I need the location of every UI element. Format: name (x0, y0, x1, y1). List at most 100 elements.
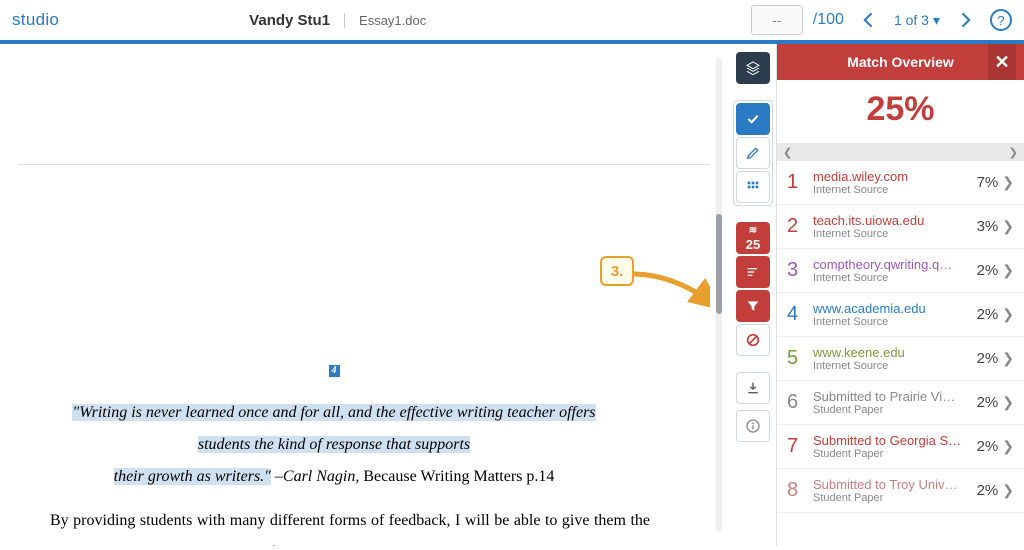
chevron-right-icon: ❯ (1002, 350, 1014, 367)
layers-small-icon: ≋ (749, 226, 757, 236)
help-button[interactable]: ? (990, 9, 1012, 31)
match-marker-4[interactable]: 4 (329, 365, 340, 377)
download-button[interactable] (736, 372, 770, 404)
source-type: Internet Source (813, 184, 969, 196)
chevron-right-icon (955, 10, 975, 30)
scrollbar-thumb[interactable] (716, 214, 722, 314)
chevron-right-icon: ❯ (1002, 438, 1014, 455)
match-overview-header: Match Overview ✕ (777, 44, 1024, 80)
rubric-button[interactable] (736, 171, 770, 203)
filter-button[interactable] (736, 290, 770, 322)
source-percent: 2% (969, 394, 1003, 411)
source-row[interactable]: 6 Submitted to Prairie Vi…Student Paper2%… (777, 381, 1024, 425)
pencil-icon (745, 145, 761, 161)
source-title: comptheory.qwriting.q… (813, 257, 969, 272)
source-row[interactable]: 3 comptheory.qwriting.q…Internet Source2%… (777, 249, 1024, 293)
top-bar: studio Vandy Stu1 Essay1.doc /100 1 of 3… (0, 0, 1024, 44)
similarity-score-button[interactable]: ≋ 25 (736, 222, 770, 254)
exclude-button[interactable] (736, 324, 770, 356)
source-scroll[interactable]: ❮ ❯ (777, 143, 1024, 161)
source-type: Internet Source (813, 316, 969, 328)
funnel-icon (745, 298, 761, 314)
topbar-right: /100 1 of 3 ▾ ? (751, 5, 1012, 35)
source-row[interactable]: 2 teach.its.uiowa.eduInternet Source3%❯ (777, 205, 1024, 249)
source-title: media.wiley.com (813, 169, 969, 184)
all-sources-button[interactable] (736, 256, 770, 288)
brand-logo: studio (12, 10, 59, 30)
source-row[interactable]: 7 Submitted to Georgia S…Student Paper2%❯ (777, 425, 1024, 469)
source-number: 2 (787, 215, 807, 238)
source-title: Submitted to Troy Univ… (813, 477, 969, 492)
chevron-right-icon: ❯ (1002, 218, 1014, 235)
download-icon (745, 380, 761, 396)
source-type: Internet Source (813, 272, 969, 284)
source-list: 1media.wiley.comInternet Source7%❯2teach… (777, 161, 1024, 513)
close-panel-button[interactable]: ✕ (988, 44, 1016, 80)
source-row[interactable]: 1 media.wiley.comInternet Source7%❯ (777, 161, 1024, 205)
source-percent: 2% (969, 306, 1003, 323)
file-name: Essay1.doc (344, 13, 426, 28)
source-type: Student Paper (813, 448, 969, 460)
source-percent: 2% (969, 438, 1003, 455)
source-type: Internet Source (813, 360, 969, 372)
feedback-button[interactable] (736, 137, 770, 169)
source-row[interactable]: 4 www.academia.eduInternet Source2%❯ (777, 293, 1024, 337)
pager-label: 1 of 3 (894, 12, 929, 28)
grid-icon (745, 179, 761, 195)
student-name: Vandy Stu1 (249, 12, 330, 29)
document-scrollbar[interactable] (710, 44, 730, 546)
source-title: Submitted to Georgia S… (813, 433, 969, 448)
match-overview-panel: Match Overview ✕ 25% ❮ ❯ 1 media.wiley.co… (776, 44, 1024, 546)
highlight-source-4b[interactable]: their growth as writers." (114, 468, 271, 485)
tutorial-callout: 3. (600, 256, 634, 286)
source-row[interactable]: 8Submitted to Troy Univ…Student Paper2%❯ (777, 469, 1024, 513)
chevron-right-icon: ❯ (1002, 394, 1014, 411)
paper-pager[interactable]: 1 of 3 ▾ (894, 12, 940, 29)
source-number: 7 (787, 435, 807, 458)
chevron-right-icon: ❯ (1002, 174, 1014, 191)
source-number: 8 (787, 479, 807, 502)
source-title: www.academia.edu (813, 301, 969, 316)
source-percent: 2% (969, 350, 1003, 367)
source-number: 6 (787, 391, 807, 414)
quickmark-button[interactable] (736, 103, 770, 135)
source-percent: 2% (969, 262, 1003, 279)
next-button[interactable] (950, 5, 980, 35)
source-row[interactable]: 5 www.keene.eduInternet Source2%❯ (777, 337, 1024, 381)
no-entry-icon (745, 332, 761, 348)
caret-down-icon: ▾ (933, 12, 940, 29)
source-number: 1 (787, 171, 807, 194)
score-total: /100 (813, 11, 844, 29)
info-icon (745, 418, 761, 434)
layers-button[interactable] (736, 52, 770, 84)
title-group: Vandy Stu1 Essay1.doc (249, 12, 426, 29)
source-title: Submitted to Prairie Vi… (813, 389, 969, 404)
check-icon (745, 111, 761, 127)
source-title: teach.its.uiowa.edu (813, 213, 969, 228)
document-viewer[interactable]: 3. 4 "Writing is never learned once and … (0, 44, 710, 546)
prev-button[interactable] (854, 5, 884, 35)
scroll-right-icon[interactable]: ❯ (1009, 146, 1018, 159)
source-type: Internet Source (813, 228, 969, 240)
chevron-right-icon: ❯ (1002, 262, 1014, 279)
bars-icon (745, 264, 761, 280)
source-title: www.keene.edu (813, 345, 969, 360)
chevron-right-icon: ❯ (1002, 482, 1014, 499)
similarity-percentage: 25% (777, 80, 1024, 143)
source-percent: 7% (969, 174, 1003, 191)
side-toolbar: ≋ 25 (730, 44, 776, 546)
score-input[interactable] (751, 5, 803, 35)
source-number: 3 (787, 259, 807, 282)
info-button[interactable] (736, 410, 770, 442)
source-type: Student Paper (813, 404, 969, 416)
chevron-left-icon (859, 10, 879, 30)
layers-icon (745, 60, 761, 76)
source-number: 4 (787, 303, 807, 326)
source-percent: 2% (969, 482, 1003, 499)
highlight-source-4a[interactable]: "Writing is never learned once and for a… (72, 404, 595, 453)
source-number: 5 (787, 347, 807, 370)
source-percent: 3% (969, 218, 1003, 235)
scroll-left-icon[interactable]: ❮ (783, 146, 792, 159)
document-text: 4 "Writing is never learned once and for… (18, 165, 710, 546)
chevron-right-icon: ❯ (1002, 306, 1014, 323)
